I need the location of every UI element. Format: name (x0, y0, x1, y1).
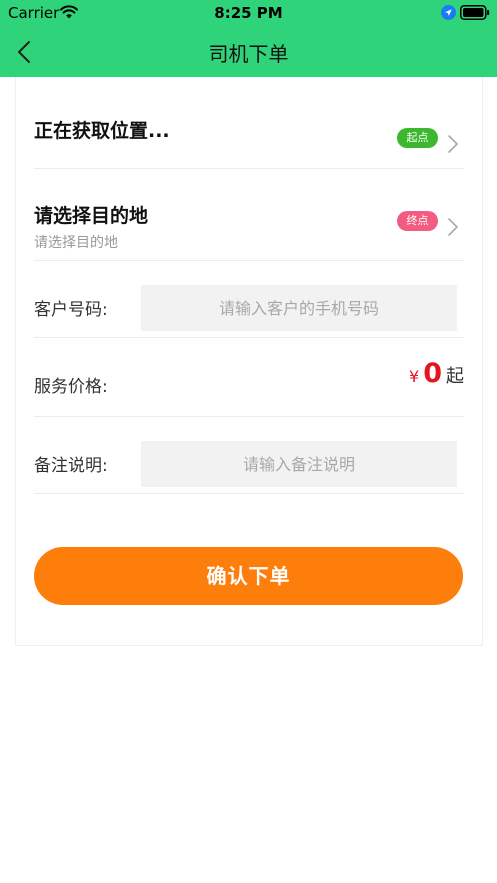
service-price-label: 服务价格: (34, 377, 108, 397)
service-price-row: 服务价格: ¥0 起 (34, 338, 464, 417)
customer-phone-input[interactable] (141, 285, 457, 331)
remark-input[interactable] (141, 441, 457, 487)
app-header: Carrier 8:25 PM 司机下单 (0, 0, 497, 77)
customer-phone-label: 客户号码: (34, 300, 108, 320)
status-bar: Carrier 8:25 PM (0, 0, 497, 26)
chevron-right-icon[interactable] (446, 133, 460, 155)
price-value: 0 (423, 358, 442, 389)
destination-subtitle: 请选择目的地 (34, 235, 118, 251)
destination-row[interactable]: 请选择目的地 请选择目的地 终点 (34, 169, 464, 261)
status-time: 8:25 PM (214, 4, 283, 22)
confirm-order-button[interactable]: 确认下单 (34, 547, 463, 605)
start-badge: 起点 (397, 128, 438, 148)
price-display: ¥0 起 (409, 358, 464, 389)
price-currency: ¥ (409, 367, 420, 386)
destination-title: 请选择目的地 (34, 205, 149, 227)
location-arrow-icon (441, 5, 456, 20)
battery-icon (460, 5, 490, 20)
remark-label: 备注说明: (34, 456, 108, 476)
start-location-title: 正在获取位置... (34, 120, 170, 142)
chevron-right-icon[interactable] (446, 216, 460, 238)
start-location-row[interactable]: 正在获取位置... 起点 (34, 88, 464, 169)
remark-row: 备注说明: (34, 417, 464, 494)
customer-phone-row: 客户号码: (34, 261, 464, 338)
price-suffix: 起 (446, 366, 464, 387)
destination-badge: 终点 (397, 211, 438, 231)
page-title: 司机下单 (208, 42, 289, 66)
